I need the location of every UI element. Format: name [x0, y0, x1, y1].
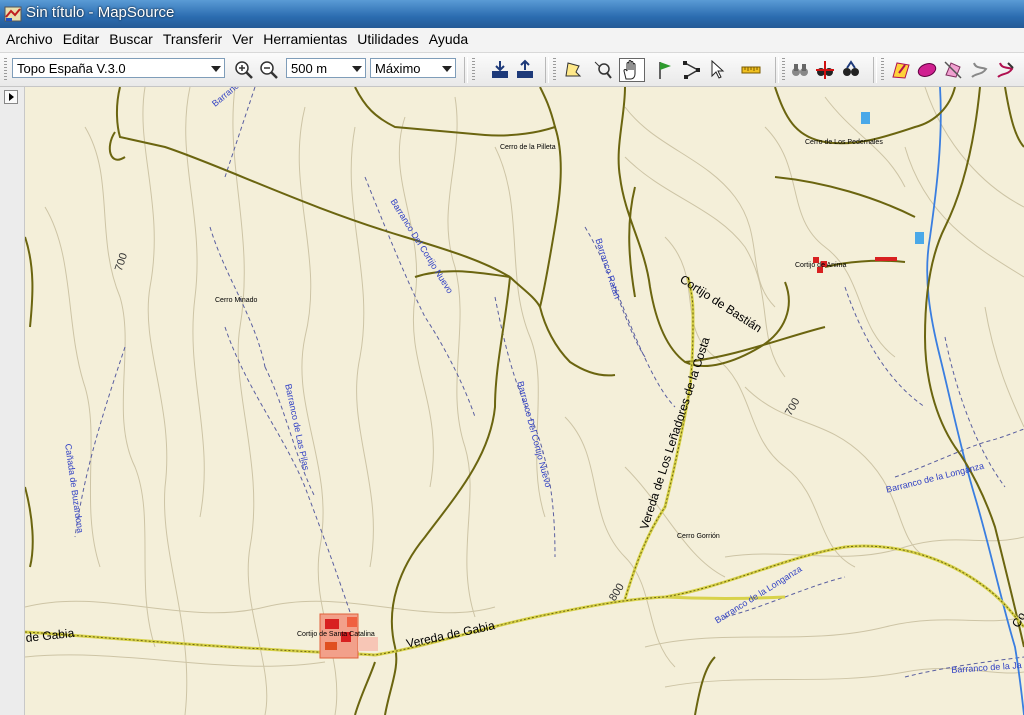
map-view[interactable]: Cerro de la Pilleta Cerro de Los Pederna…	[25, 87, 1024, 715]
window-title: Sin título - MapSource	[26, 4, 175, 21]
toolbar: Topo España V.3.0 500 m Máximo	[0, 53, 1024, 87]
map-product-value: Topo España V.3.0	[17, 61, 126, 76]
menu-ayuda[interactable]: Ayuda	[423, 28, 472, 47]
cursor-arrow-icon	[711, 59, 725, 79]
menu-ver[interactable]: Ver	[226, 28, 257, 47]
binoculars-icon	[792, 64, 808, 76]
place-label[interactable]: Cortijo de Anima	[795, 262, 846, 269]
toolbar-separator	[464, 57, 468, 83]
zoom-tool-button[interactable]	[592, 59, 614, 81]
clear-selection-button[interactable]	[942, 59, 964, 81]
zoom-scale-select[interactable]: 500 m	[286, 58, 366, 78]
detail-level-value: Máximo	[375, 61, 421, 76]
toolbar-grip[interactable]	[4, 58, 7, 82]
toolbar-separator	[545, 57, 549, 83]
clear-selection-icon	[944, 61, 962, 79]
toolbar-grip[interactable]	[881, 58, 884, 82]
route-icon	[683, 61, 700, 79]
menu-utilidades[interactable]: Utilidades	[351, 28, 422, 47]
peak-label[interactable]: Cerro de la Pilleta	[500, 144, 556, 151]
menu-bar: Archivo Editar Buscar Transferir Ver Herramie…	[0, 28, 1024, 53]
title-bar: Sin título - MapSource	[0, 0, 1024, 28]
ruler-icon	[741, 66, 761, 74]
draw-track-icon	[997, 62, 1014, 78]
find-address-icon	[843, 60, 859, 76]
peak-label[interactable]: Cerro Minado	[215, 297, 257, 304]
map-tool-button[interactable]	[562, 59, 584, 81]
find-nearest-button[interactable]	[814, 59, 836, 81]
draw-track-button[interactable]	[994, 59, 1016, 81]
expand-panel-button[interactable]	[4, 90, 18, 104]
toolbar-grip[interactable]	[553, 58, 556, 82]
peak-label[interactable]: Cerro Gorrión	[677, 533, 720, 540]
find-address-button[interactable]	[840, 59, 862, 81]
flag-icon	[659, 62, 671, 79]
receive-from-device-icon	[492, 61, 508, 78]
hand-icon	[623, 60, 636, 80]
hand-tool-button[interactable]	[619, 58, 645, 82]
mapsource-app-icon[interactable]	[4, 5, 22, 23]
map-product-select[interactable]: Topo España V.3.0	[12, 58, 225, 78]
menu-buscar[interactable]: Buscar	[103, 28, 157, 47]
find-nearest-icon	[816, 61, 834, 79]
detail-level-select[interactable]: Máximo	[370, 58, 456, 78]
place-label[interactable]: Cortijo de Santa Catalina	[297, 631, 375, 638]
zoom-out-icon	[260, 61, 278, 79]
map-tool-icon	[565, 62, 582, 77]
track-tool-button[interactable]	[968, 59, 990, 81]
zoom-in-icon	[235, 61, 253, 79]
chevron-down-icon	[211, 66, 221, 72]
selection-tool-button[interactable]	[707, 59, 729, 81]
toolbar-separator	[873, 57, 877, 83]
zoom-in-button[interactable]	[233, 59, 255, 81]
map-select-tool-button[interactable]	[890, 59, 912, 81]
toolbar-grip[interactable]	[782, 58, 785, 82]
peak-label[interactable]: Cerro de Los Pedernales	[805, 139, 883, 146]
send-to-device-button[interactable]	[514, 59, 536, 81]
zoom-scale-value: 500 m	[291, 61, 328, 76]
route-tool-button[interactable]	[681, 59, 703, 81]
side-panel-strip	[0, 87, 25, 715]
waypoint-tool-button[interactable]	[655, 59, 677, 81]
menu-editar[interactable]: Editar	[57, 28, 104, 47]
zoom-tool-icon	[594, 61, 612, 79]
track-icon	[971, 62, 988, 78]
zoom-out-button[interactable]	[258, 59, 280, 81]
region-select-icon	[917, 63, 937, 77]
chevron-down-icon	[442, 66, 452, 72]
menu-transferir[interactable]: Transferir	[157, 28, 226, 47]
region-select-button[interactable]	[916, 59, 938, 81]
toolbar-separator	[775, 57, 779, 83]
receive-from-device-button[interactable]	[489, 59, 511, 81]
menu-herramientas[interactable]: Herramientas	[257, 28, 351, 47]
menu-archivo[interactable]: Archivo	[0, 28, 57, 47]
distance-tool-button[interactable]	[740, 59, 762, 81]
map-select-icon	[892, 62, 910, 79]
chevron-right-icon	[9, 93, 14, 101]
find-places-button[interactable]	[789, 59, 811, 81]
chevron-down-icon	[352, 66, 362, 72]
send-to-device-icon	[517, 59, 533, 78]
toolbar-grip[interactable]	[472, 58, 475, 82]
